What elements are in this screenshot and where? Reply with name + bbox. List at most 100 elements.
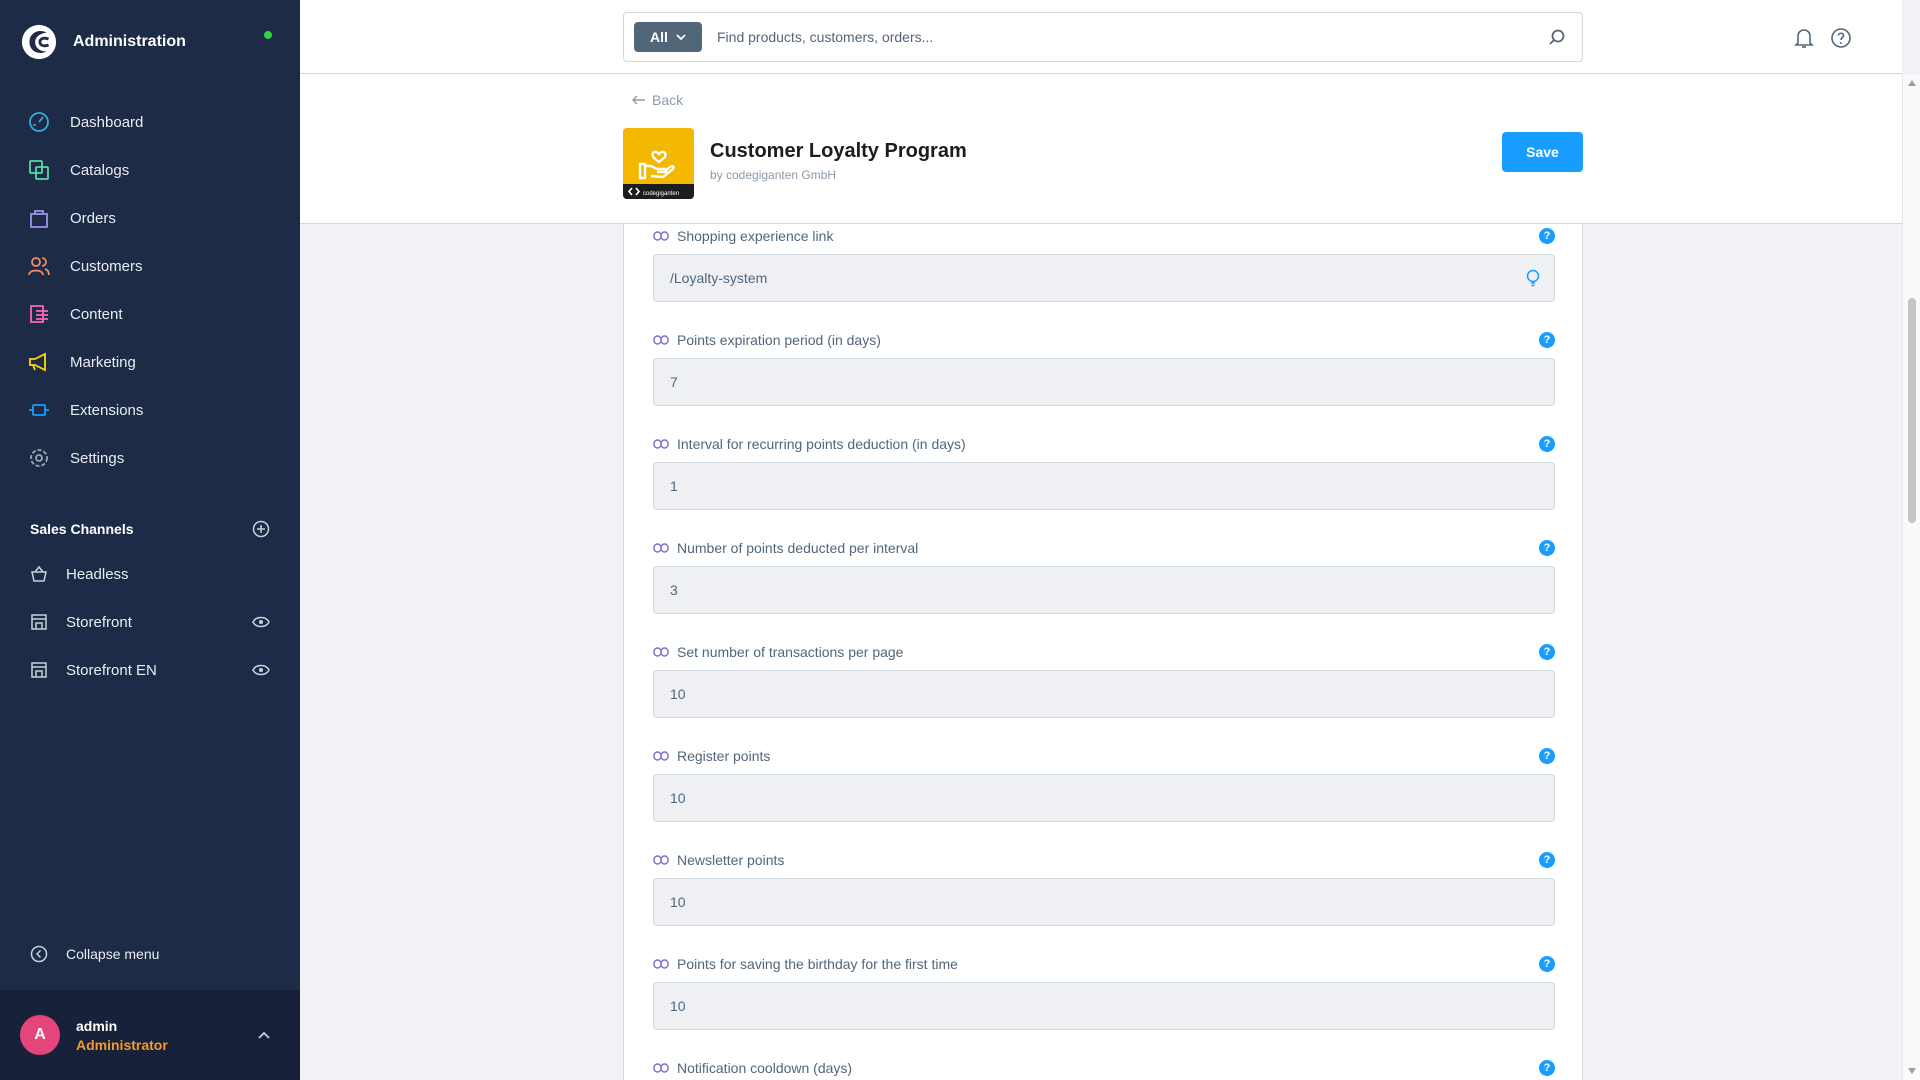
scroll-thumb[interactable]: [1908, 298, 1916, 523]
field-input-wrapper: [653, 670, 1555, 718]
nav-item-settings[interactable]: Settings: [0, 434, 300, 482]
nav-item-dashboard[interactable]: Dashboard: [0, 98, 300, 146]
help-icon[interactable]: ?: [1539, 540, 1555, 556]
help-icon[interactable]: ?: [1539, 956, 1555, 972]
link-icon[interactable]: [653, 959, 669, 969]
field-label: Shopping experience link: [677, 228, 834, 244]
field-newsletter-points: Newsletter points ?: [653, 850, 1555, 926]
help-icon[interactable]: ?: [1539, 852, 1555, 868]
help-icon[interactable]: ?: [1539, 332, 1555, 348]
nav-item-content[interactable]: Content: [0, 290, 300, 338]
sales-channel-storefront[interactable]: Storefront: [0, 598, 300, 646]
dashboard-icon: [29, 112, 49, 132]
sales-channel-label: Storefront EN: [66, 661, 157, 679]
marketing-icon: [29, 352, 46, 372]
nav-item-orders[interactable]: Orders: [0, 194, 300, 242]
add-sales-channel-icon[interactable]: [252, 520, 270, 538]
search-input[interactable]: [717, 29, 1548, 45]
sales-channels-header: Sales Channels: [30, 520, 270, 538]
deduction-interval-input[interactable]: [670, 478, 1554, 494]
sales-channel-storefront-en[interactable]: Storefront EN: [0, 646, 300, 694]
shopping-experience-link-input[interactable]: [670, 270, 1526, 286]
user-name: admin: [76, 1017, 118, 1034]
nav-item-marketing[interactable]: Marketing: [0, 338, 300, 386]
points-deducted-input[interactable]: [670, 582, 1554, 598]
save-button[interactable]: Save: [1502, 132, 1583, 172]
back-label: Back: [652, 92, 684, 108]
user-menu[interactable]: A admin Administrator: [0, 990, 300, 1080]
search-icon[interactable]: [1548, 28, 1566, 46]
sales-channel-label: Headless: [66, 565, 129, 583]
nav-item-catalogs[interactable]: Catalogs: [0, 146, 300, 194]
field-input-wrapper: [653, 566, 1555, 614]
sales-channel-list: Headless Storefront Storefront EN: [0, 550, 300, 694]
collapse-menu-label: Collapse menu: [66, 946, 160, 962]
storefront-icon: [31, 662, 47, 678]
nav-item-extensions[interactable]: Extensions: [0, 386, 300, 434]
link-icon[interactable]: [653, 855, 669, 865]
chevron-down-icon: [676, 34, 686, 40]
field-transactions-per-page: Set number of transactions per page ?: [653, 642, 1555, 718]
help-icon[interactable]: ?: [1539, 1060, 1555, 1076]
sidebar: Administration Dashboard Catalogs Orders…: [0, 0, 300, 1080]
link-icon[interactable]: [653, 335, 669, 345]
link-icon[interactable]: [653, 543, 669, 553]
page-title: Customer Loyalty Program: [710, 140, 967, 162]
sales-channel-headless[interactable]: Headless: [0, 550, 300, 598]
field-label: Number of points deducted per interval: [677, 540, 919, 556]
eye-icon[interactable]: [252, 664, 270, 676]
field-input-wrapper: [653, 462, 1555, 510]
points-expiration-input[interactable]: [670, 374, 1554, 390]
nav-label: Extensions: [70, 401, 144, 419]
orders-icon: [30, 210, 48, 228]
field-label: Points for saving the birthday for the f…: [677, 956, 958, 972]
nav-item-customers[interactable]: Customers: [0, 242, 300, 290]
register-points-input[interactable]: [670, 790, 1554, 806]
help-icon[interactable]: ?: [1539, 748, 1555, 764]
nav-label: Orders: [70, 209, 116, 227]
help-icon[interactable]: ?: [1539, 644, 1555, 660]
birthday-points-input[interactable]: [670, 998, 1554, 1014]
collapse-menu-button[interactable]: Collapse menu: [30, 945, 159, 963]
transactions-per-page-input[interactable]: [670, 686, 1554, 702]
field-points-deducted: Number of points deducted per interval ?: [653, 538, 1555, 614]
page-header: Back codegiganten Customer Loyalty Progr…: [300, 74, 1902, 224]
settings-icon: [30, 449, 48, 467]
link-icon[interactable]: [653, 231, 669, 241]
eye-icon[interactable]: [252, 616, 270, 628]
arrow-left-icon: [632, 95, 645, 105]
chevron-up-icon[interactable]: [258, 1031, 270, 1039]
storefront-icon: [31, 614, 47, 630]
field-input-wrapper: [653, 878, 1555, 926]
field-input-wrapper: [653, 774, 1555, 822]
help-icon[interactable]: ?: [1539, 436, 1555, 452]
field-input-wrapper: [653, 358, 1555, 406]
catalog-icon: [29, 160, 49, 180]
app-icon-brand-text: codegiganten: [643, 191, 679, 197]
newsletter-points-input[interactable]: [670, 894, 1554, 910]
extensions-icon: [29, 404, 49, 416]
link-icon[interactable]: [653, 647, 669, 657]
field-deduction-interval: Interval for recurring points deduction …: [653, 434, 1555, 510]
bell-icon[interactable]: [1794, 27, 1814, 49]
app-title: Administration: [73, 33, 186, 50]
field-notification-cooldown: Notification cooldown (days) ?: [653, 1058, 1555, 1078]
search-type-dropdown[interactable]: All: [634, 22, 702, 52]
link-icon[interactable]: [653, 1063, 669, 1073]
link-icon[interactable]: [653, 751, 669, 761]
scroll-down-arrow-icon[interactable]: [1908, 1068, 1916, 1074]
lightbulb-icon[interactable]: [1526, 269, 1540, 287]
help-icon[interactable]: ?: [1539, 228, 1555, 244]
field-register-points: Register points ?: [653, 746, 1555, 822]
field-points-expiration: Points expiration period (in days) ?: [653, 330, 1555, 406]
nav-label: Customers: [70, 257, 143, 275]
field-label: Register points: [677, 748, 771, 764]
status-dot: [264, 31, 272, 39]
page-scrollbar[interactable]: [1902, 74, 1920, 1080]
help-circle-icon[interactable]: [1830, 27, 1852, 49]
customers-icon: [28, 257, 50, 276]
link-icon[interactable]: [653, 439, 669, 449]
scroll-up-arrow-icon[interactable]: [1908, 80, 1916, 86]
back-link[interactable]: Back: [632, 92, 683, 108]
field-label: Newsletter points: [677, 852, 785, 868]
